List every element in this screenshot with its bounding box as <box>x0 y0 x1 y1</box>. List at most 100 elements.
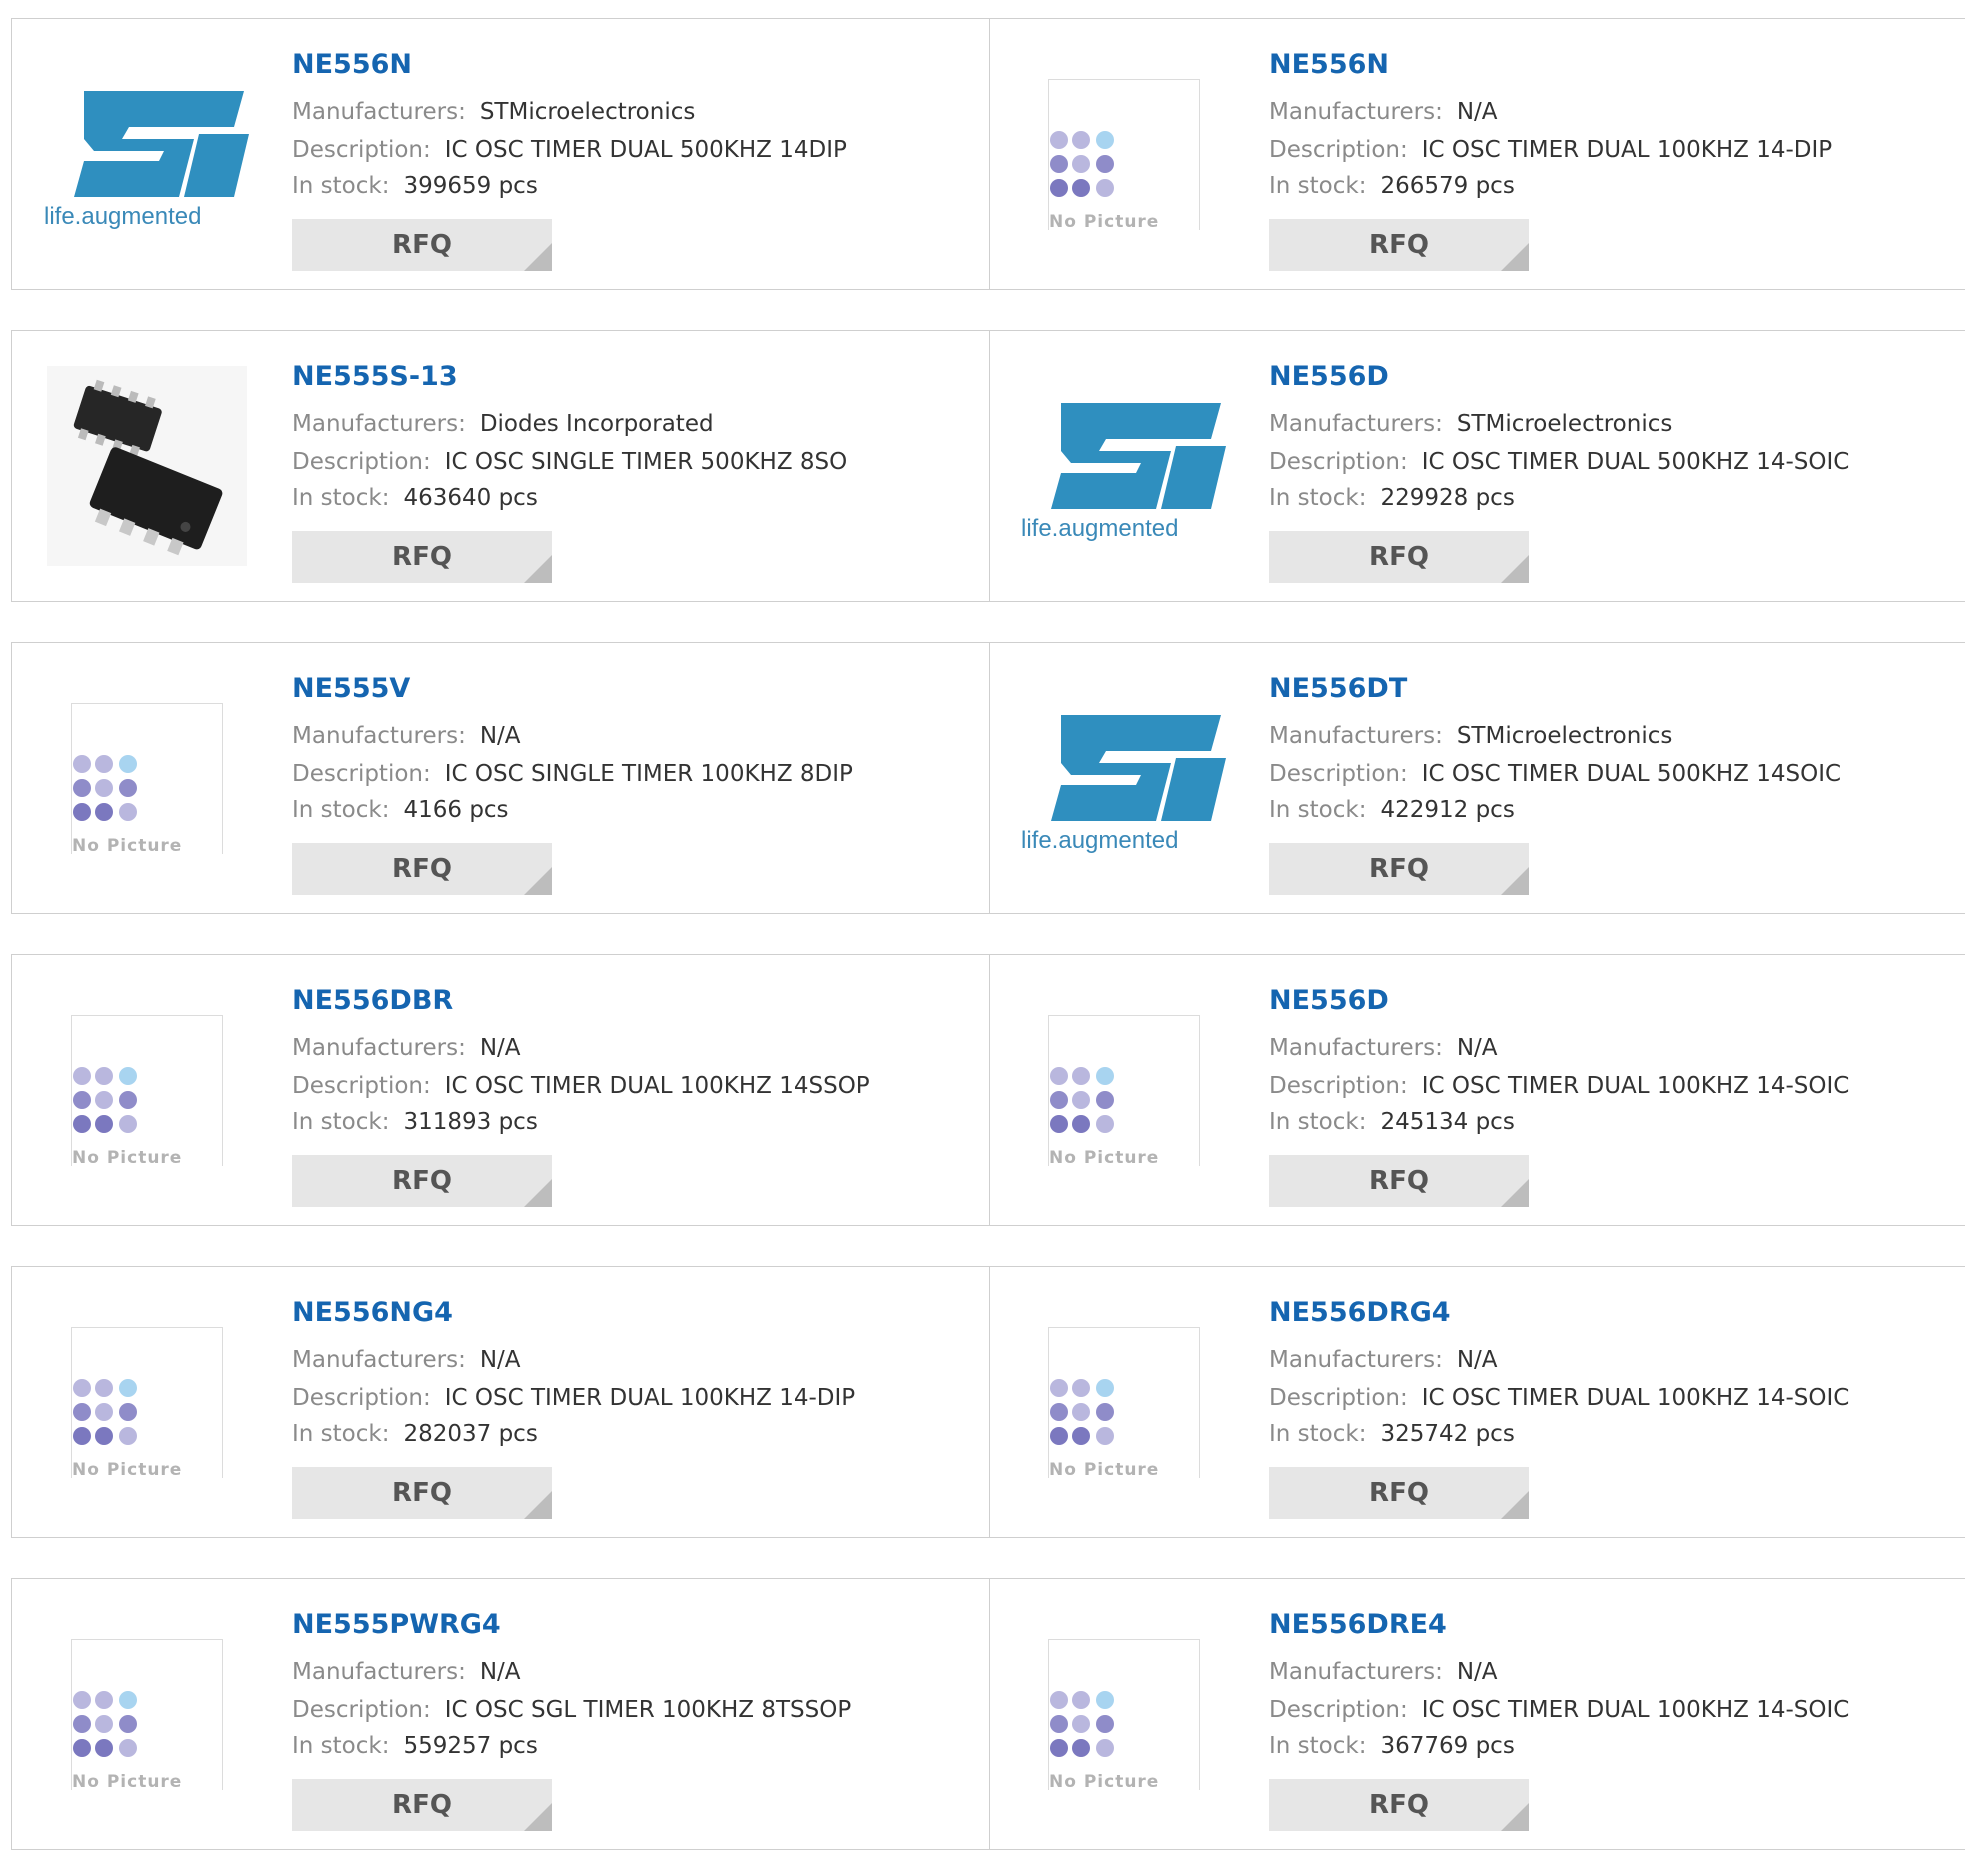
product-part-link[interactable]: NE556DRE4 <box>1269 1609 1447 1640</box>
product-image[interactable]: No Picture <box>1019 1297 1229 1507</box>
rfq-button[interactable]: RFQ <box>1269 531 1529 583</box>
no-picture-label: No Picture <box>72 1459 191 1480</box>
stock-field-label: In stock: <box>1269 173 1367 199</box>
description-field-value: IC OSC TIMER DUAL 100KHZ 14SSOP <box>444 1073 870 1099</box>
stock-field-label: In stock: <box>1269 1421 1367 1447</box>
manufacturer-field-label: Manufacturers: <box>1269 411 1443 437</box>
manufacturer-field-value: N/A <box>479 723 521 749</box>
description-field-label: Description: <box>1269 1073 1408 1099</box>
no-picture-label: No Picture <box>1049 211 1168 232</box>
description-field-value: IC OSC TIMER DUAL 100KHZ 14-DIP <box>1421 137 1833 163</box>
product-image[interactable] <box>42 361 252 571</box>
rfq-button[interactable]: RFQ <box>292 1467 552 1519</box>
description-field-label: Description: <box>1269 1697 1408 1723</box>
stock-field-value: 245134 pcs <box>1380 1109 1515 1135</box>
manufacturer-field-value: STMicroelectronics <box>1456 411 1673 437</box>
no-picture-label: No Picture <box>72 1147 191 1168</box>
product-card: No Picture NE556DRE4 Manufacturers: N/A Des… <box>989 1579 1965 1849</box>
stock-field-value: 367769 pcs <box>1380 1733 1515 1759</box>
product-part-link[interactable]: NE556N <box>292 49 412 80</box>
product-part-link[interactable]: NE555PWRG4 <box>292 1609 501 1640</box>
product-part-link[interactable]: NE556DBR <box>292 985 453 1016</box>
manufacturer-field: Manufacturers: N/A <box>1269 1347 1498 1373</box>
product-image[interactable]: No Picture <box>42 673 252 883</box>
manufacturer-field-value: N/A <box>479 1659 521 1685</box>
no-picture-icon <box>1050 1066 1114 1133</box>
manufacturer-field-label: Manufacturers: <box>1269 1035 1443 1061</box>
product-row: No Picture NE555V Manufacturers: N/A Descri… <box>11 642 1965 914</box>
manufacturer-field: Manufacturers: N/A <box>1269 1659 1498 1685</box>
stock-field: In stock: 311893 pcs <box>292 1109 538 1135</box>
rfq-button[interactable]: RFQ <box>1269 1467 1529 1519</box>
no-picture-label: No Picture <box>1049 1147 1168 1168</box>
rfq-button[interactable]: RFQ <box>1269 1779 1529 1831</box>
manufacturer-field-label: Manufacturers: <box>1269 1347 1443 1373</box>
product-image[interactable]: No Picture <box>1019 49 1229 259</box>
manufacturer-field-value: N/A <box>1456 1659 1498 1685</box>
rfq-button[interactable]: RFQ <box>292 531 552 583</box>
product-image[interactable]: life.augmented <box>42 49 252 259</box>
description-field: Description: IC OSC TIMER DUAL 500KHZ 14D… <box>292 137 847 163</box>
manufacturer-field: Manufacturers: Diodes Incorporated <box>292 411 714 437</box>
manufacturer-field-label: Manufacturers: <box>292 1035 466 1061</box>
manufacturer-field: Manufacturers: N/A <box>292 723 521 749</box>
product-image[interactable]: No Picture <box>1019 1609 1229 1819</box>
product-image[interactable]: No Picture <box>1019 985 1229 1195</box>
stock-field: In stock: 229928 pcs <box>1269 485 1515 511</box>
product-card: No Picture NE555V Manufacturers: N/A Descri… <box>12 643 990 913</box>
product-part-link[interactable]: NE555S-13 <box>292 361 458 392</box>
st-logo-icon: life.augmented <box>1021 403 1226 541</box>
manufacturer-field-label: Manufacturers: <box>292 1347 466 1373</box>
rfq-button[interactable]: RFQ <box>292 1155 552 1207</box>
product-part-link[interactable]: NE556NG4 <box>292 1297 453 1328</box>
description-field: Description: IC OSC TIMER DUAL 100KHZ 14-… <box>1269 1697 1849 1723</box>
product-image[interactable]: No Picture <box>42 1609 252 1819</box>
no-picture-placeholder: No Picture <box>71 702 223 856</box>
rfq-button[interactable]: RFQ <box>1269 219 1529 271</box>
description-field-label: Description: <box>292 1073 431 1099</box>
product-part-link[interactable]: NE556DRG4 <box>1269 1297 1451 1328</box>
description-field: Description: IC OSC SGL TIMER 100KHZ 8TSS… <box>292 1697 851 1723</box>
description-field-label: Description: <box>1269 1385 1408 1411</box>
product-part-link[interactable]: NE556D <box>1269 361 1389 392</box>
description-field: Description: IC OSC TIMER DUAL 100KHZ 14-… <box>1269 1385 1849 1411</box>
stock-field: In stock: 422912 pcs <box>1269 797 1515 823</box>
product-image[interactable]: No Picture <box>42 1297 252 1507</box>
manufacturer-field-label: Manufacturers: <box>292 1659 466 1685</box>
product-image[interactable]: No Picture <box>42 985 252 1195</box>
chip-photo-icon <box>47 366 247 566</box>
description-field: Description: IC OSC TIMER DUAL 500KHZ 14-… <box>1269 449 1849 475</box>
manufacturer-field: Manufacturers: N/A <box>292 1347 521 1373</box>
stock-field-value: 282037 pcs <box>403 1421 538 1447</box>
stock-field: In stock: 367769 pcs <box>1269 1733 1515 1759</box>
rfq-button[interactable]: RFQ <box>292 843 552 895</box>
stock-field-label: In stock: <box>292 1109 390 1135</box>
rfq-button[interactable]: RFQ <box>292 1779 552 1831</box>
product-image[interactable]: life.augmented <box>1019 673 1229 883</box>
description-field: Description: IC OSC TIMER DUAL 100KHZ 14-… <box>292 1385 855 1411</box>
no-picture-placeholder: No Picture <box>1048 1014 1200 1168</box>
st-logo-icon: life.augmented <box>44 91 249 229</box>
description-field-value: IC OSC SGL TIMER 100KHZ 8TSSOP <box>444 1697 852 1723</box>
product-image[interactable]: life.augmented <box>1019 361 1229 571</box>
product-row: life.augmented NE556N Manufacturers: STMic… <box>11 18 1965 290</box>
manufacturer-field-label: Manufacturers: <box>1269 99 1443 125</box>
product-card: NE555S-13 Manufacturers: Diodes Incorporat… <box>12 331 990 601</box>
rfq-button[interactable]: RFQ <box>1269 1155 1529 1207</box>
product-part-link[interactable]: NE555V <box>292 673 410 704</box>
description-field: Description: IC OSC TIMER DUAL 100KHZ 14-… <box>1269 1073 1849 1099</box>
manufacturer-field-label: Manufacturers: <box>292 411 466 437</box>
description-field: Description: IC OSC SINGLE TIMER 100KHZ 8… <box>292 761 853 787</box>
product-part-link[interactable]: NE556N <box>1269 49 1389 80</box>
no-picture-label: No Picture <box>72 835 191 856</box>
manufacturer-field: Manufacturers: N/A <box>1269 99 1498 125</box>
description-field-label: Description: <box>292 1385 431 1411</box>
rfq-button[interactable]: RFQ <box>292 219 552 271</box>
product-part-link[interactable]: NE556D <box>1269 985 1389 1016</box>
stock-field-value: 266579 pcs <box>1380 173 1515 199</box>
description-field-label: Description: <box>292 449 431 475</box>
product-part-link[interactable]: NE556DT <box>1269 673 1407 704</box>
description-field-label: Description: <box>1269 449 1408 475</box>
no-picture-icon <box>73 1066 137 1133</box>
rfq-button[interactable]: RFQ <box>1269 843 1529 895</box>
